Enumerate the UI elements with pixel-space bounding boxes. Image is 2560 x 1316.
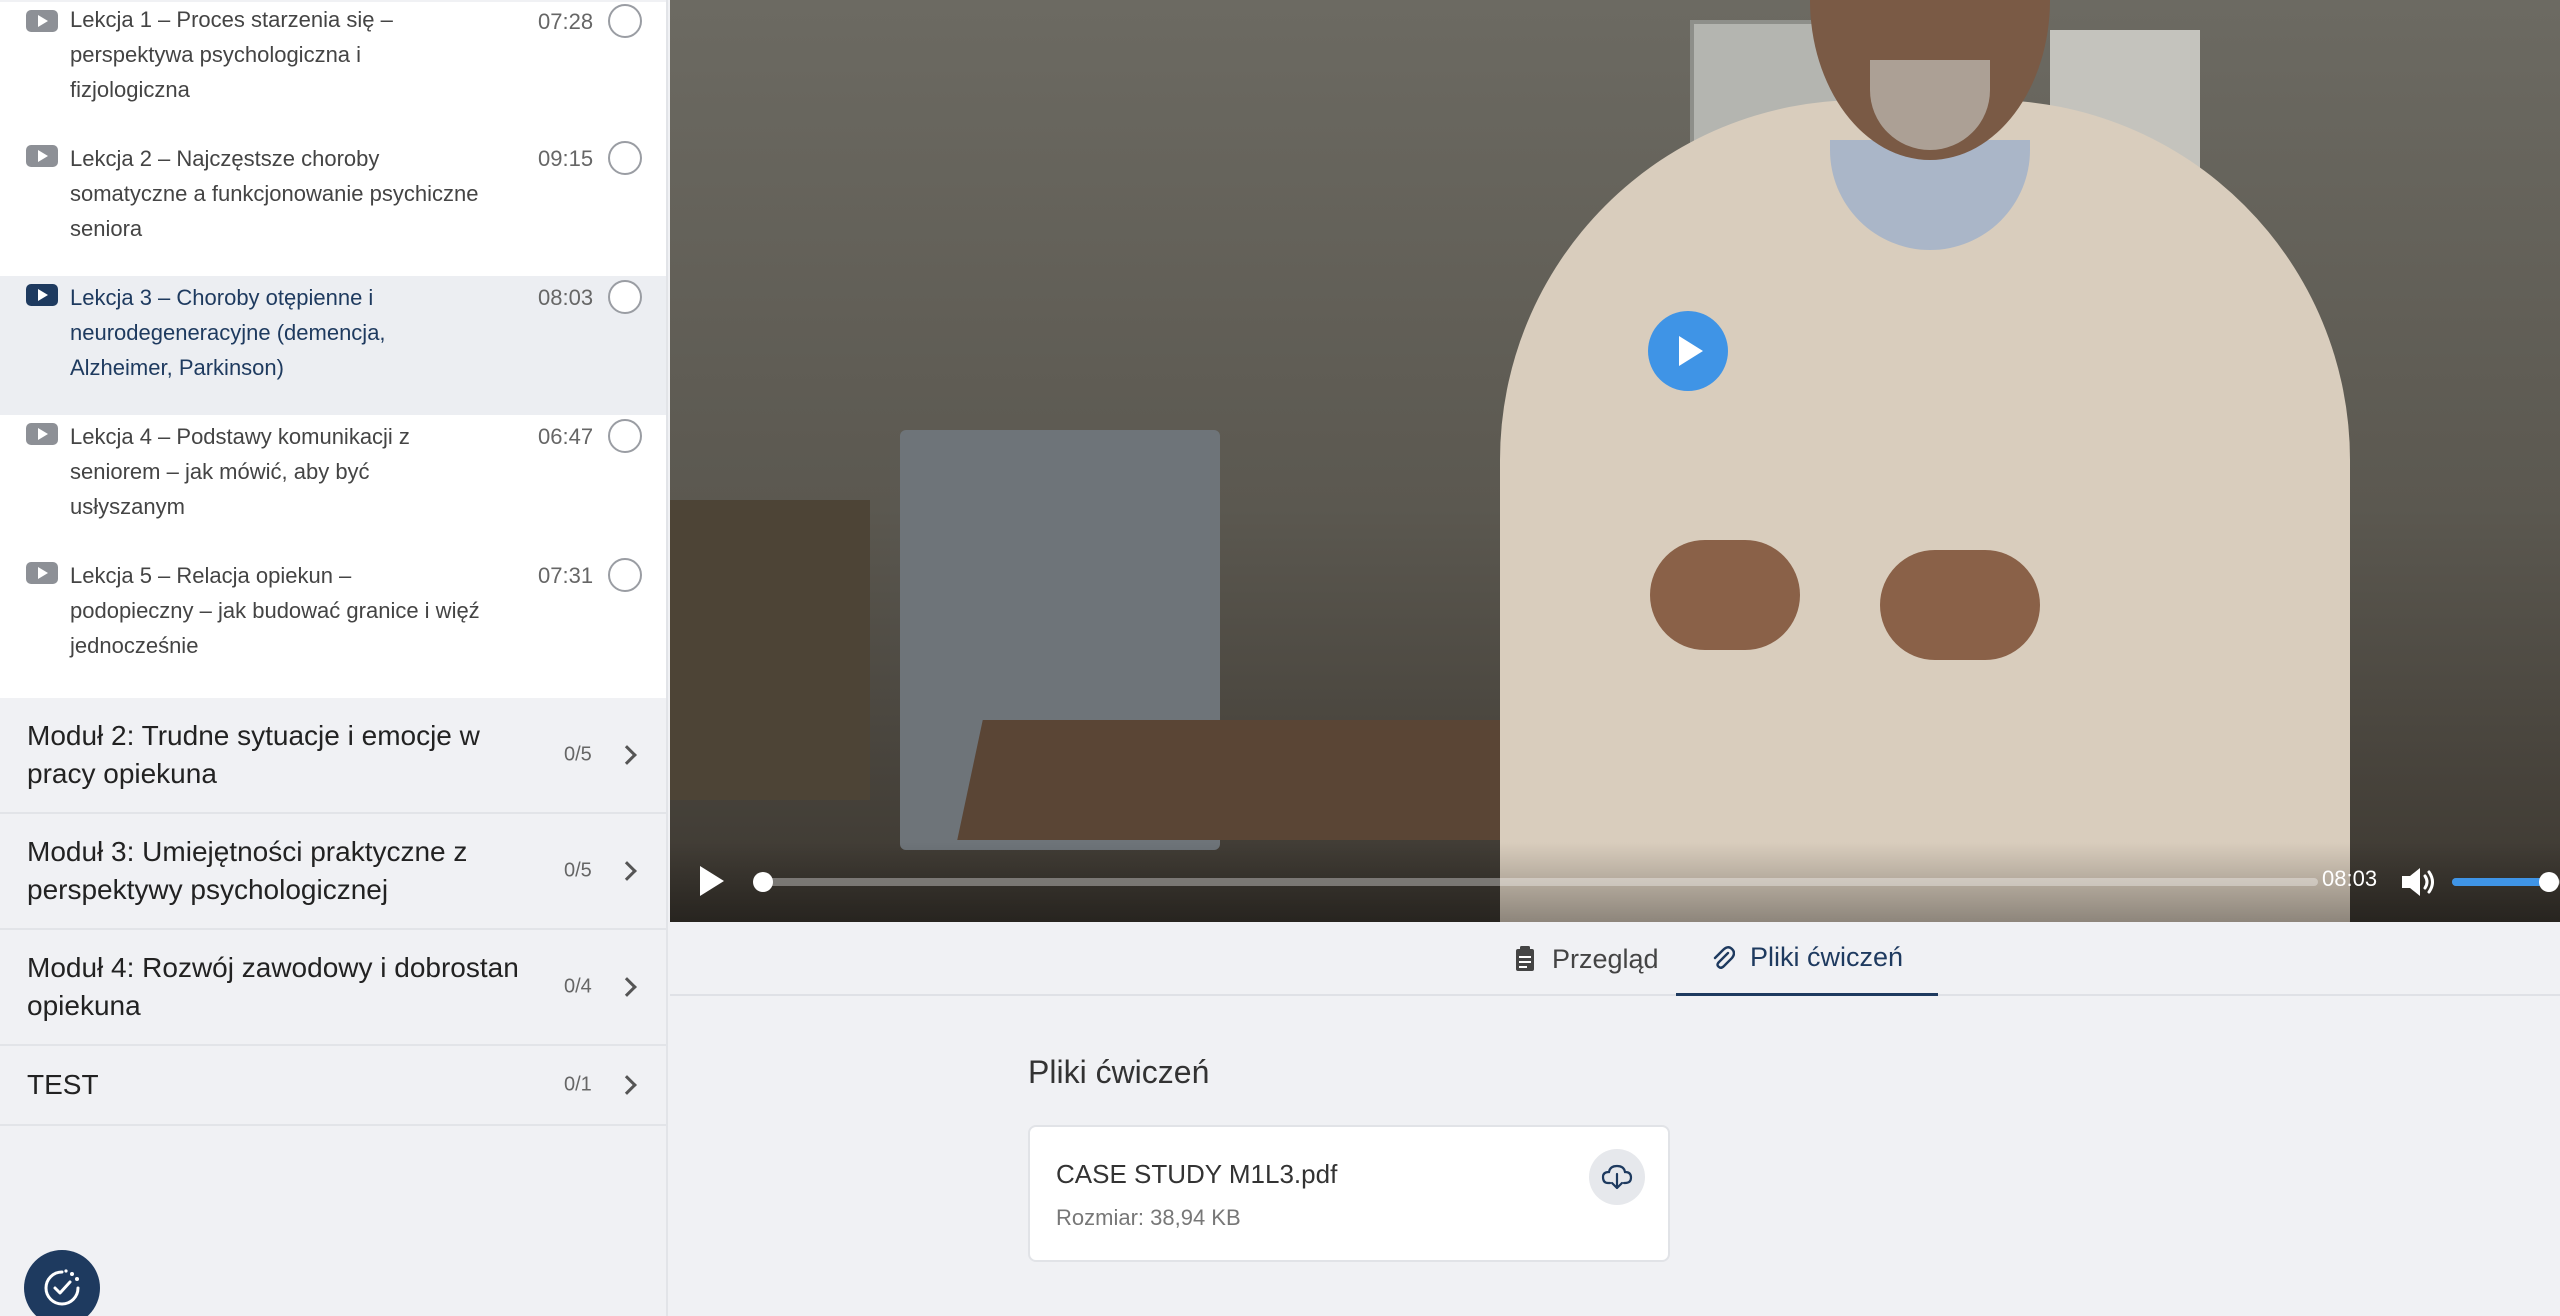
lesson-title: Lekcja 1 – Proces starzenia się – perspe… — [70, 7, 393, 102]
lesson-title: Lekcja 2 – Najczęstsze choroby somatyczn… — [70, 146, 479, 241]
video-player[interactable]: 08:03 — [670, 0, 2560, 922]
module-item-4[interactable]: Moduł 4: Rozwój zawodowy i dobrostan opi… — [0, 930, 666, 1046]
play-video-icon — [26, 145, 58, 167]
lesson-status-circle-icon[interactable] — [608, 558, 642, 592]
chevron-right-icon — [617, 977, 637, 997]
lesson-title: Lekcja 3 – Choroby otępienne i neurodege… — [70, 285, 386, 380]
tab-overview[interactable]: Przegląd — [1478, 922, 1693, 996]
player-controls: 08:03 — [670, 842, 2560, 922]
current-time: 08:03 — [2322, 866, 2378, 891]
play-video-icon — [26, 562, 58, 584]
clock-check-icon[interactable] — [24, 1250, 100, 1316]
module-progress-count: 0/5 — [564, 859, 592, 882]
lesson-tabs: Przegląd Pliki ćwiczeń — [670, 922, 2560, 996]
cloud-download-icon — [1601, 1164, 1633, 1190]
lesson-status-circle-icon[interactable] — [608, 4, 642, 38]
module-progress-count: 0/4 — [564, 975, 592, 998]
volume-slider[interactable] — [2452, 872, 2560, 892]
file-size: Rozmiar: 38,94 KB — [1056, 1205, 1241, 1230]
clock-check-icon-svg — [44, 1269, 80, 1306]
lesson-duration: 06:47 — [538, 424, 594, 449]
chevron-right-icon — [617, 1075, 637, 1095]
lesson-title: Lekcja 5 – Relacja opiekun – podopieczny… — [70, 563, 480, 658]
lesson-duration: 08:03 — [538, 285, 594, 310]
play-video-icon — [26, 10, 58, 32]
lesson-status-circle-icon[interactable] — [608, 141, 642, 175]
lesson-item-5[interactable]: Lekcja 5 – Relacja opiekun – podopieczny… — [0, 554, 666, 698]
module-title: Moduł 3: Umiejętności praktyczne z persp… — [27, 836, 468, 905]
lesson-item-4[interactable]: Lekcja 4 – Podstawy komunikacji z senior… — [0, 415, 666, 554]
tab-overview-label: Przegląd — [1552, 943, 1659, 974]
speaker-icon[interactable] — [2398, 864, 2438, 900]
play-video-icon — [26, 284, 58, 306]
module-progress-count: 0/5 — [564, 743, 592, 766]
download-button[interactable] — [1589, 1149, 1645, 1205]
progress-bar[interactable] — [752, 872, 2318, 892]
video-frame-hand — [1650, 540, 1800, 650]
lesson-status-circle-icon[interactable] — [608, 419, 642, 453]
module-title: TEST — [27, 1069, 99, 1100]
play-button[interactable] — [700, 866, 730, 898]
paperclip-icon — [1710, 945, 1736, 971]
big-play-button[interactable] — [1648, 311, 1728, 391]
lesson-item-3[interactable]: Lekcja 3 – Choroby otępienne i neurodege… — [0, 276, 666, 415]
course-sidebar: Lekcja 1 – Proces starzenia się – perspe… — [0, 0, 668, 1316]
module-item-3[interactable]: Moduł 3: Umiejętności praktyczne z persp… — [0, 814, 666, 930]
play-icon — [700, 866, 730, 896]
volume-thumb[interactable] — [2539, 872, 2560, 892]
lesson-duration: 07:31 — [538, 563, 594, 588]
lesson-title: Lekcja 4 – Podstawy komunikacji z senior… — [70, 424, 410, 519]
lesson-status-circle-icon[interactable] — [608, 280, 642, 314]
progress-thumb[interactable] — [752, 872, 773, 892]
tab-files[interactable]: Pliki ćwiczeń — [1676, 922, 1938, 996]
play-video-icon — [26, 423, 58, 445]
lesson-item-1[interactable]: Lekcja 1 – Proces starzenia się – perspe… — [0, 2, 666, 137]
module-title: Moduł 4: Rozwój zawodowy i dobrostan opi… — [27, 952, 519, 1021]
module-item-2[interactable]: Moduł 2: Trudne sytuacje i emocje w prac… — [0, 698, 666, 814]
lesson-duration: 07:28 — [538, 9, 594, 34]
files-section-title: Pliki ćwiczeń — [1028, 1054, 1210, 1090]
lesson-list: Lekcja 1 – Proces starzenia się – perspe… — [0, 2, 666, 698]
module-item-test[interactable]: TEST 0/1 — [0, 1046, 666, 1126]
lesson-duration: 09:15 — [538, 146, 594, 171]
video-frame-hand — [1880, 550, 2040, 660]
module-title: Moduł 2: Trudne sytuacje i emocje w prac… — [27, 720, 480, 789]
module-progress-count: 0/1 — [564, 1073, 592, 1096]
clipboard-icon — [1512, 946, 1538, 972]
file-name[interactable]: CASE STUDY M1L3.pdf — [1056, 1159, 1337, 1190]
file-card: CASE STUDY M1L3.pdf Rozmiar: 38,94 KB — [1028, 1125, 1670, 1262]
tab-files-label: Pliki ćwiczeń — [1750, 942, 1904, 972]
volume-fill — [2452, 878, 2550, 886]
lesson-item-2[interactable]: Lekcja 2 – Najczęstsze choroby somatyczn… — [0, 137, 666, 276]
chevron-right-icon — [617, 861, 637, 881]
play-icon — [1679, 336, 1703, 366]
video-frame-box — [670, 500, 870, 800]
chevron-right-icon — [617, 745, 637, 765]
